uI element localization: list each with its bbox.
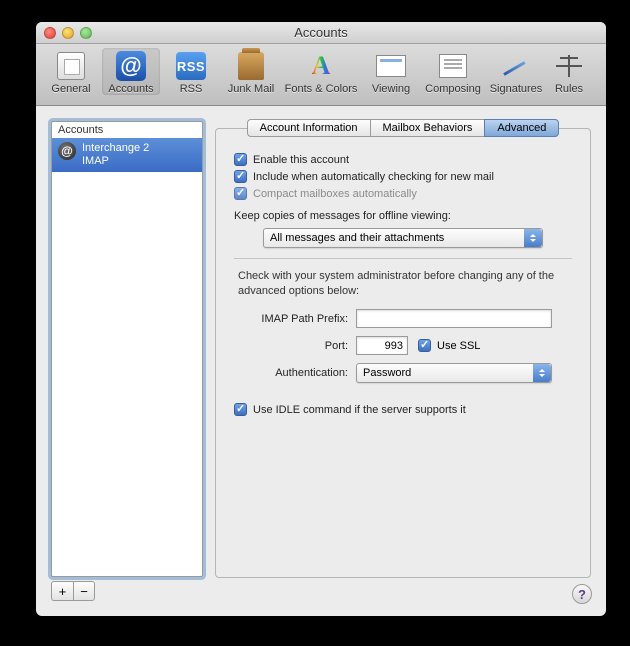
toolbar-accounts[interactable]: @ Accounts: [102, 48, 160, 95]
remove-account-button[interactable]: −: [73, 581, 95, 601]
keep-copies-select[interactable]: All messages and their attachments: [263, 228, 543, 248]
tab-bar: Account Information Mailbox Behaviors Ad…: [215, 119, 591, 137]
junk-icon: [238, 52, 264, 80]
titlebar: Accounts: [36, 22, 606, 44]
tab-mailbox-behaviors[interactable]: Mailbox Behaviors: [370, 119, 485, 137]
composing-icon: [439, 54, 467, 78]
use-ssl-checkbox[interactable]: [418, 339, 431, 352]
imap-prefix-input[interactable]: [356, 309, 552, 328]
account-item[interactable]: @ Interchange 2 IMAP: [52, 138, 202, 172]
use-ssl-label: Use SSL: [437, 340, 480, 352]
accounts-sidebar: Accounts @ Interchange 2 IMAP + −: [51, 121, 203, 601]
toolbar-viewing[interactable]: Viewing: [362, 48, 420, 95]
window-title: Accounts: [294, 25, 347, 40]
account-text: Interchange 2 IMAP: [82, 142, 149, 168]
admin-note: Check with your system administrator bef…: [234, 269, 572, 299]
window-body: Accounts @ Interchange 2 IMAP + − Accoun…: [36, 106, 606, 616]
imap-prefix-label: IMAP Path Prefix:: [234, 313, 356, 325]
auth-label: Authentication:: [234, 367, 356, 379]
viewing-icon: [376, 55, 406, 77]
traffic-lights: [44, 27, 92, 39]
toolbar-rss[interactable]: RSS RSS: [162, 48, 220, 95]
accounts-list[interactable]: Accounts @ Interchange 2 IMAP: [51, 121, 203, 577]
fonts-icon: A: [312, 51, 331, 81]
rss-icon: RSS: [176, 52, 206, 80]
tab-advanced[interactable]: Advanced: [484, 119, 559, 137]
port-label: Port:: [234, 340, 356, 352]
use-idle-label: Use IDLE command if the server supports …: [253, 404, 466, 416]
dropdown-arrow-icon: [524, 229, 542, 247]
account-name: Interchange 2: [82, 142, 149, 155]
compact-checkbox: [234, 187, 247, 200]
toolbar-general[interactable]: General: [42, 48, 100, 95]
preferences-window: Accounts General @ Accounts RSS RSS Junk…: [36, 22, 606, 616]
keep-copies-value: All messages and their attachments: [270, 232, 444, 244]
tab-account-information[interactable]: Account Information: [247, 119, 370, 137]
dropdown-arrow-icon: [533, 364, 551, 382]
main-area: Account Information Mailbox Behaviors Ad…: [215, 119, 591, 599]
close-button[interactable]: [44, 27, 56, 39]
keep-copies-label: Keep copies of messages for offline view…: [234, 210, 572, 222]
compact-label: Compact mailboxes automatically: [253, 188, 417, 200]
account-at-icon: @: [58, 142, 76, 160]
include-check-checkbox[interactable]: [234, 170, 247, 183]
toolbar-fonts[interactable]: A Fonts & Colors: [282, 48, 360, 95]
toolbar-signatures[interactable]: Signatures: [486, 48, 546, 95]
include-check-label: Include when automatically checking for …: [253, 171, 494, 183]
help-button[interactable]: ?: [572, 584, 592, 604]
at-icon: @: [116, 51, 146, 81]
toolbar: General @ Accounts RSS RSS Junk Mail A F…: [36, 44, 606, 106]
port-input[interactable]: [356, 336, 408, 355]
auth-value: Password: [363, 367, 411, 379]
toolbar-junk[interactable]: Junk Mail: [222, 48, 280, 95]
toolbar-rules[interactable]: Rules: [548, 48, 590, 95]
advanced-panel: Enable this account Include when automat…: [215, 128, 591, 578]
enable-account-label: Enable this account: [253, 154, 349, 166]
general-icon: [57, 52, 85, 80]
account-buttons: + −: [51, 581, 203, 601]
toolbar-composing[interactable]: Composing: [422, 48, 484, 95]
zoom-button[interactable]: [80, 27, 92, 39]
enable-account-checkbox[interactable]: [234, 153, 247, 166]
rules-icon: [556, 53, 582, 79]
accounts-header: Accounts: [52, 122, 202, 138]
account-type: IMAP: [82, 155, 149, 168]
use-idle-checkbox[interactable]: [234, 403, 247, 416]
minimize-button[interactable]: [62, 27, 74, 39]
add-account-button[interactable]: +: [51, 581, 73, 601]
auth-select[interactable]: Password: [356, 363, 552, 383]
divider: [234, 258, 572, 259]
signatures-icon: [502, 54, 530, 78]
